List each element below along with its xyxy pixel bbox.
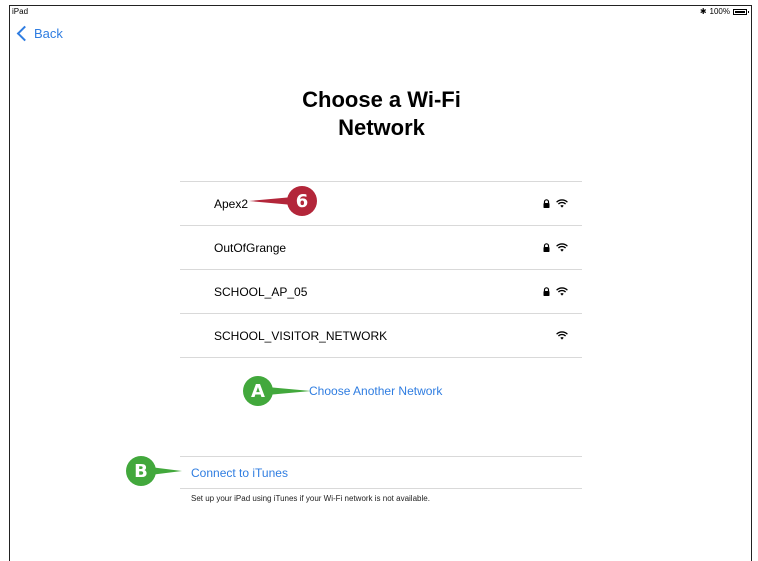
lock-icon: [543, 287, 550, 296]
lock-icon: [543, 199, 550, 208]
lock-icon: [543, 243, 550, 252]
battery-level: [735, 11, 745, 13]
callout-badge-b: B: [126, 456, 156, 486]
callout-a: A: [243, 376, 311, 406]
wifi-icon: [556, 331, 568, 340]
network-icons: [543, 199, 568, 208]
network-icons: [543, 243, 568, 252]
itunes-caption: Set up your iPad using iTunes if your Wi…: [191, 494, 430, 503]
device-name: iPad: [12, 7, 29, 16]
choose-another-network-link[interactable]: Choose Another Network: [309, 384, 442, 398]
network-row-school-ap-05[interactable]: SCHOOL_AP_05: [180, 270, 582, 314]
network-list: Apex2 OutOfGrange SCHOOL_AP_05 SCHOOL_VI…: [180, 181, 582, 358]
network-name: SCHOOL_AP_05: [214, 284, 308, 299]
status-bar: iPad ✱ 100%: [10, 6, 751, 18]
callout-6: 6: [249, 186, 317, 216]
itunes-section: Connect to iTunes: [180, 456, 582, 489]
network-name: SCHOOL_VISITOR_NETWORK: [214, 328, 388, 343]
back-button[interactable]: Back: [16, 25, 63, 42]
status-right: ✱ 100%: [699, 6, 749, 18]
callout-badge-6: 6: [287, 186, 317, 216]
ipad-screen: iPad ✱ 100% Back Choose a Wi-Fi Network …: [9, 5, 752, 561]
network-icons: [543, 287, 568, 296]
battery-icon: [733, 9, 749, 15]
wifi-icon: [556, 287, 568, 296]
chevron-left-icon: [16, 25, 33, 42]
callout-badge-a: A: [243, 376, 273, 406]
callout-arrow: [209, 197, 293, 205]
bluetooth-icon: ✱: [699, 7, 707, 16]
back-label: Back: [34, 26, 63, 41]
callout-arrow: [267, 387, 311, 395]
callout-b: B: [126, 456, 182, 486]
connect-to-itunes-link[interactable]: Connect to iTunes: [191, 466, 288, 480]
network-name: OutOfGrange: [214, 240, 287, 255]
network-icons: [556, 331, 568, 340]
page-title-line2: Network: [338, 115, 425, 140]
battery-percent: 100%: [709, 7, 730, 16]
wifi-icon: [556, 243, 568, 252]
page-title-line1: Choose a Wi-Fi: [302, 87, 461, 112]
page-title: Choose a Wi-Fi Network: [10, 86, 751, 142]
network-row-school-visitor-network[interactable]: SCHOOL_VISITOR_NETWORK: [180, 314, 582, 358]
wifi-icon: [556, 199, 568, 208]
network-row-outofgrange[interactable]: OutOfGrange: [180, 226, 582, 270]
